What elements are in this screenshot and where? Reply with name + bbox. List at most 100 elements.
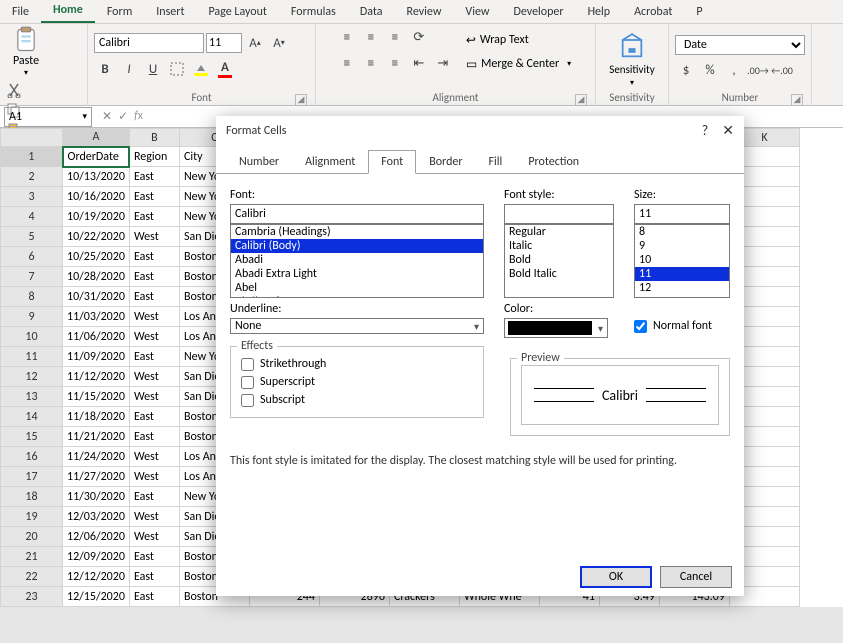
border-button[interactable] bbox=[166, 58, 188, 80]
row-header[interactable]: 11 bbox=[1, 347, 63, 367]
font-style-input[interactable] bbox=[504, 204, 614, 224]
row-header[interactable]: 16 bbox=[1, 447, 63, 467]
cell[interactable]: 10/19/2020 bbox=[63, 207, 130, 227]
size-opt[interactable]: 10 bbox=[635, 253, 729, 267]
cell[interactable]: 11/12/2020 bbox=[63, 367, 130, 387]
row-header[interactable]: 2 bbox=[1, 167, 63, 187]
subscript-check[interactable]: Subscript bbox=[241, 393, 473, 407]
cell[interactable]: 10/16/2020 bbox=[63, 187, 130, 207]
row-header[interactable]: 10 bbox=[1, 327, 63, 347]
cell[interactable]: 10/28/2020 bbox=[63, 267, 130, 287]
row-header[interactable]: 18 bbox=[1, 487, 63, 507]
row-header[interactable]: 4 bbox=[1, 207, 63, 227]
align-right-icon[interactable]: ≡ bbox=[384, 52, 406, 74]
cell[interactable]: West bbox=[129, 367, 179, 387]
increase-indent-icon[interactable]: ⇥ bbox=[432, 52, 454, 74]
cell[interactable]: 10/13/2020 bbox=[63, 167, 130, 187]
cell[interactable]: 11/24/2020 bbox=[63, 447, 130, 467]
row-header[interactable]: 13 bbox=[1, 387, 63, 407]
cell[interactable]: West bbox=[129, 467, 179, 487]
row-header[interactable]: 22 bbox=[1, 567, 63, 587]
underline-button[interactable]: U bbox=[142, 58, 164, 80]
cell[interactable]: 11/18/2020 bbox=[63, 407, 130, 427]
cell[interactable]: East bbox=[129, 587, 179, 607]
style-opt[interactable]: Bold Italic bbox=[505, 267, 613, 281]
select-all-corner[interactable] bbox=[1, 129, 63, 147]
cell[interactable]: 10/25/2020 bbox=[63, 247, 130, 267]
ok-button[interactable]: OK bbox=[580, 566, 652, 588]
font-name-selector[interactable] bbox=[94, 33, 204, 53]
name-box[interactable]: A1▾ bbox=[4, 107, 92, 127]
normal-font-check[interactable]: Normal font bbox=[634, 319, 730, 333]
font-listbox[interactable]: Cambria (Headings) Calibri (Body) Abadi … bbox=[230, 224, 484, 298]
percent-icon[interactable]: % bbox=[699, 59, 721, 81]
font-opt[interactable]: Abel bbox=[231, 281, 483, 295]
row-header[interactable]: 3 bbox=[1, 187, 63, 207]
align-bottom-icon[interactable]: ≡ bbox=[384, 26, 406, 48]
tab-formulas[interactable]: Formulas bbox=[279, 1, 348, 23]
currency-icon[interactable]: $ bbox=[675, 59, 697, 81]
cell[interactable]: East bbox=[129, 427, 179, 447]
cell[interactable]: East bbox=[129, 207, 179, 227]
cell[interactable]: East bbox=[129, 167, 179, 187]
row-header[interactable]: 5 bbox=[1, 227, 63, 247]
style-opt[interactable]: Italic bbox=[505, 239, 613, 253]
font-name-input[interactable] bbox=[230, 204, 484, 224]
row-header[interactable]: 14 bbox=[1, 407, 63, 427]
tab-more[interactable]: P bbox=[684, 1, 714, 23]
strikethrough-check[interactable]: Strikethrough bbox=[241, 357, 473, 371]
fill-color-button[interactable] bbox=[190, 58, 212, 80]
row-header[interactable]: 8 bbox=[1, 287, 63, 307]
alignment-launcher[interactable]: ◢ bbox=[575, 94, 587, 106]
tab-view[interactable]: View bbox=[453, 1, 501, 23]
row-header[interactable]: 6 bbox=[1, 247, 63, 267]
cell[interactable]: 12/03/2020 bbox=[63, 507, 130, 527]
cell[interactable]: East bbox=[129, 267, 179, 287]
dlg-tab-protection[interactable]: Protection bbox=[515, 150, 592, 174]
size-listbox[interactable]: 8 9 10 11 12 14 bbox=[634, 224, 730, 298]
cell[interactable]: West bbox=[129, 387, 179, 407]
font-opt[interactable]: Abril Fatface bbox=[231, 295, 483, 298]
cancel-formula-icon[interactable]: ✕ bbox=[102, 109, 112, 124]
cell[interactable]: 11/03/2020 bbox=[63, 307, 130, 327]
cell[interactable]: West bbox=[129, 327, 179, 347]
wrap-text-button[interactable]: ↩Wrap Text bbox=[462, 30, 575, 50]
align-middle-icon[interactable]: ≡ bbox=[360, 26, 382, 48]
number-launcher[interactable]: ◢ bbox=[791, 94, 803, 106]
font-color-button[interactable]: A bbox=[214, 58, 236, 80]
cell[interactable]: 11/30/2020 bbox=[63, 487, 130, 507]
paste-button[interactable]: Paste ▾ bbox=[6, 26, 46, 78]
cell[interactable]: 11/21/2020 bbox=[63, 427, 130, 447]
number-format-selector[interactable]: Date bbox=[675, 35, 805, 55]
align-left-icon[interactable]: ≡ bbox=[336, 52, 358, 74]
cell[interactable]: 12/06/2020 bbox=[63, 527, 130, 547]
font-opt[interactable]: Abadi Extra Light bbox=[231, 267, 483, 281]
dlg-tab-alignment[interactable]: Alignment bbox=[292, 150, 368, 174]
close-icon[interactable]: ✕ bbox=[722, 122, 734, 139]
confirm-formula-icon[interactable]: ✓ bbox=[118, 109, 128, 124]
cell[interactable]: West bbox=[129, 307, 179, 327]
cell[interactable]: West bbox=[129, 507, 179, 527]
cell[interactable]: East bbox=[129, 287, 179, 307]
align-top-icon[interactable]: ≡ bbox=[336, 26, 358, 48]
row-header[interactable]: 1 bbox=[1, 147, 63, 167]
dlg-tab-border[interactable]: Border bbox=[416, 150, 475, 174]
font-launcher[interactable]: ◢ bbox=[295, 94, 307, 106]
dlg-tab-fill[interactable]: Fill bbox=[476, 150, 516, 174]
underline-select[interactable]: None bbox=[230, 318, 484, 334]
help-icon[interactable]: ? bbox=[702, 122, 709, 139]
increase-font-icon[interactable]: A▴ bbox=[244, 32, 266, 54]
cell[interactable]: East bbox=[129, 247, 179, 267]
cell[interactable]: 11/09/2020 bbox=[63, 347, 130, 367]
bold-button[interactable]: B bbox=[94, 58, 116, 80]
dlg-tab-font[interactable]: Font bbox=[368, 150, 416, 174]
cell[interactable]: East bbox=[129, 567, 179, 587]
row-header[interactable]: 9 bbox=[1, 307, 63, 327]
cell[interactable]: West bbox=[129, 447, 179, 467]
cell[interactable]: 12/15/2020 bbox=[63, 587, 130, 607]
tab-page-layout[interactable]: Page Layout bbox=[196, 1, 278, 23]
tab-file[interactable]: File bbox=[0, 1, 41, 23]
cell[interactable]: East bbox=[129, 187, 179, 207]
cell[interactable]: 12/12/2020 bbox=[63, 567, 130, 587]
decrease-decimal-icon[interactable]: ←.00 bbox=[771, 59, 793, 81]
